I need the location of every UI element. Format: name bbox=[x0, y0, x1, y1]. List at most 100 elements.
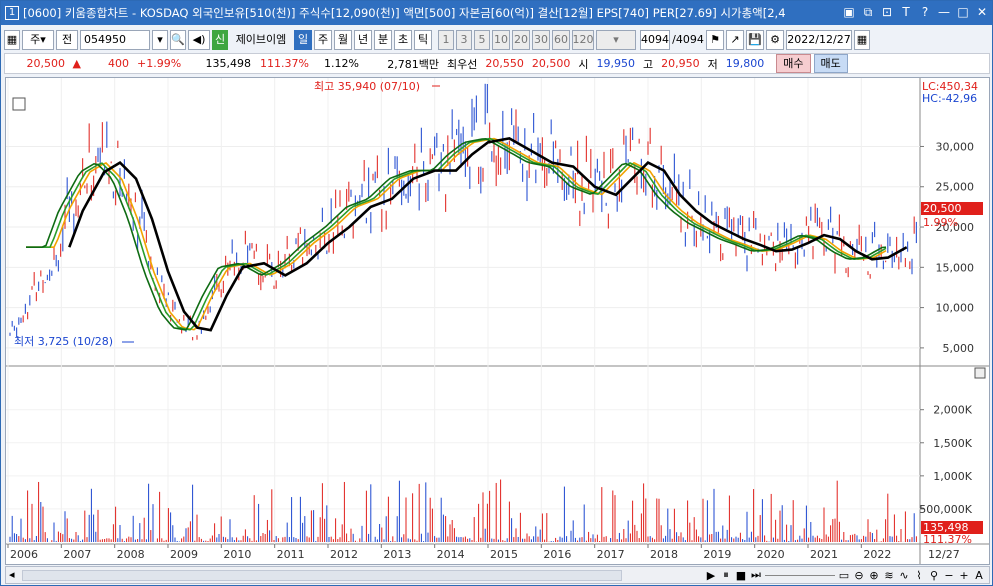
search-icon[interactable]: 🔍 bbox=[170, 30, 186, 50]
interval-day[interactable]: 일 bbox=[294, 30, 312, 50]
interval-month[interactable]: 월 bbox=[334, 30, 352, 50]
credit-badge: 신 bbox=[212, 30, 228, 50]
minus-icon[interactable]: − bbox=[943, 569, 955, 582]
price-pane[interactable] bbox=[6, 78, 920, 366]
restore-icon[interactable]: ▣ bbox=[841, 4, 857, 20]
stock-chart[interactable]: 30,00025,00020,00015,00010,0005,000 2,00… bbox=[6, 78, 989, 564]
num-custom-select[interactable]: ▾ bbox=[596, 30, 636, 50]
chart-scrollbar[interactable]: ◂ ▶ ⏸ ■ ⏭ ▭ ⊖ ⊕ ≋ ∿ ⌇ ⚲ − + A bbox=[5, 566, 990, 584]
pause-icon[interactable]: ⏸ bbox=[720, 568, 732, 582]
scroll-track[interactable] bbox=[22, 570, 622, 581]
current-price-value: 20,500 bbox=[26, 57, 66, 70]
year-tick-label: 2012 bbox=[330, 548, 358, 561]
year-tick-label: 2011 bbox=[277, 548, 305, 561]
minimize-icon[interactable]: — bbox=[936, 4, 952, 20]
plus-icon[interactable]: + bbox=[958, 569, 970, 582]
line-style-icon[interactable]: ∿ bbox=[898, 569, 910, 582]
year-tick-label: 2014 bbox=[437, 548, 465, 561]
stock-name: 제이브이엠 bbox=[235, 33, 287, 46]
num-button-120[interactable]: 120 bbox=[572, 30, 594, 50]
num-button-5[interactable]: 5 bbox=[474, 30, 490, 50]
toolbar: ▦ 주 ▾ 전 054950 ▾ 🔍 ◀) 신 제이브이엠 일 주 월 년 분 초… bbox=[4, 29, 990, 51]
scroll-left-icon[interactable]: ◂ bbox=[9, 568, 15, 581]
num-button-3[interactable]: 3 bbox=[456, 30, 472, 50]
grid-icon[interactable]: ▦ bbox=[4, 30, 20, 50]
gear-icon[interactable]: ⚙ bbox=[766, 30, 784, 50]
code-dropdown-icon[interactable]: ▾ bbox=[152, 30, 168, 50]
current-pct-text: 1.99% bbox=[923, 216, 958, 229]
low-price: 19,800 bbox=[725, 57, 765, 70]
sell-button[interactable]: 매도 bbox=[813, 54, 848, 73]
year-tick-label: 2016 bbox=[543, 548, 571, 561]
num-button-20[interactable]: 20 bbox=[512, 30, 530, 50]
help-icon[interactable]: ? bbox=[917, 4, 933, 20]
high-price: 20,950 bbox=[661, 57, 700, 70]
open-price: 19,950 bbox=[596, 57, 636, 70]
copy-icon[interactable]: ⧉ bbox=[860, 4, 876, 20]
turnover: 1.12% bbox=[324, 57, 359, 70]
font-icon[interactable]: T bbox=[898, 4, 914, 20]
volume-tick-label: 500,000K bbox=[919, 503, 972, 516]
stock-code-input[interactable]: 054950 bbox=[80, 30, 150, 50]
link-icon[interactable]: ⊡ bbox=[879, 4, 895, 20]
chart-area[interactable]: 30,000 25,000 20,000 15,000 10,000 5,000 2,00… bbox=[5, 77, 990, 565]
zoom-out-icon[interactable]: ⊖ bbox=[853, 569, 865, 582]
hc-label: HC:-42,96 bbox=[922, 92, 977, 105]
year-tick-label: 2015 bbox=[490, 548, 518, 561]
stop-icon[interactable]: ■ bbox=[735, 569, 747, 582]
sound-icon[interactable]: ◀) bbox=[188, 30, 210, 50]
year-tick-label: 2022 bbox=[863, 548, 891, 561]
volume-tick-label: 2,000K bbox=[933, 404, 972, 417]
year-tick-label: 2009 bbox=[170, 548, 198, 561]
bookmark-icon[interactable]: ⚑ bbox=[706, 30, 724, 50]
period-b-select[interactable]: 전 bbox=[56, 30, 78, 50]
num-button-30[interactable]: 30 bbox=[532, 30, 550, 50]
current-volume-pct: 111.37% bbox=[923, 533, 972, 546]
play-icon[interactable]: ▶ bbox=[705, 569, 717, 582]
year-tick-label: 2019 bbox=[703, 548, 731, 561]
interval-minute[interactable]: 분 bbox=[374, 30, 392, 50]
maximize-icon[interactable]: □ bbox=[955, 4, 971, 20]
magnify-icon[interactable]: ⚲ bbox=[928, 569, 940, 582]
date-input[interactable]: 2022/12/27 bbox=[786, 30, 852, 50]
text-tool-icon[interactable]: A bbox=[973, 569, 985, 582]
save-icon[interactable]: 💾 bbox=[746, 30, 764, 50]
buy-button[interactable]: 매수 bbox=[776, 54, 811, 73]
interval-year[interactable]: 년 bbox=[354, 30, 372, 50]
speed-slider[interactable] bbox=[765, 574, 835, 576]
num-button-60[interactable]: 60 bbox=[552, 30, 570, 50]
volume-tick-label: 1,500K bbox=[933, 437, 972, 450]
interval-week[interactable]: 주 bbox=[314, 30, 332, 50]
period-select[interactable]: 주 ▾ bbox=[22, 30, 54, 50]
trade-amount: 2,781백만 bbox=[387, 57, 439, 71]
fast-forward-icon[interactable]: ⏭ bbox=[750, 568, 762, 582]
line-tool-icon[interactable]: ↗ bbox=[726, 30, 744, 50]
zoom-in-icon[interactable]: ⊕ bbox=[868, 569, 880, 582]
count-total: /4094 bbox=[672, 33, 704, 46]
year-tick-label: 2008 bbox=[117, 548, 145, 561]
volume-ratio: 111.37% bbox=[260, 57, 309, 70]
year-tick-label: 2018 bbox=[650, 548, 678, 561]
price-change-pct: +1.99% bbox=[137, 57, 182, 70]
chart-type-icon[interactable]: ▭ bbox=[838, 569, 850, 582]
compare-icon[interactable]: ≋ bbox=[883, 569, 895, 582]
interval-tick[interactable]: 틱 bbox=[414, 30, 432, 50]
count-input[interactable]: 4094 bbox=[640, 30, 670, 50]
bid-price: 20,500 bbox=[531, 57, 571, 70]
indicator-icon[interactable]: ⌇ bbox=[913, 569, 925, 582]
price-tick-label: 10,000 bbox=[936, 302, 975, 315]
min-price-label: 최저 3,725 (10/28) bbox=[14, 335, 113, 348]
num-button-1[interactable]: 1 bbox=[438, 30, 454, 50]
window-title: [0600] 키움종합차트 - KOSDAQ 외국인보유[510(천)] 주식수… bbox=[23, 6, 786, 20]
calendar-icon[interactable]: ▦ bbox=[854, 30, 870, 50]
close-icon[interactable]: ✕ bbox=[974, 4, 990, 20]
num-button-10[interactable]: 10 bbox=[492, 30, 510, 50]
current-price: 20,500 ▲ bbox=[5, 57, 85, 70]
interval-second[interactable]: 초 bbox=[394, 30, 412, 50]
volume-tick-label: 1,000K bbox=[933, 470, 972, 483]
pref-label: 최우선 bbox=[447, 57, 478, 71]
max-price-label: 최고 35,940 (07/10) bbox=[314, 80, 420, 93]
pane-close-icon[interactable] bbox=[974, 367, 986, 379]
open-label: 시 bbox=[578, 57, 589, 71]
year-tick-label: 2020 bbox=[757, 548, 785, 561]
